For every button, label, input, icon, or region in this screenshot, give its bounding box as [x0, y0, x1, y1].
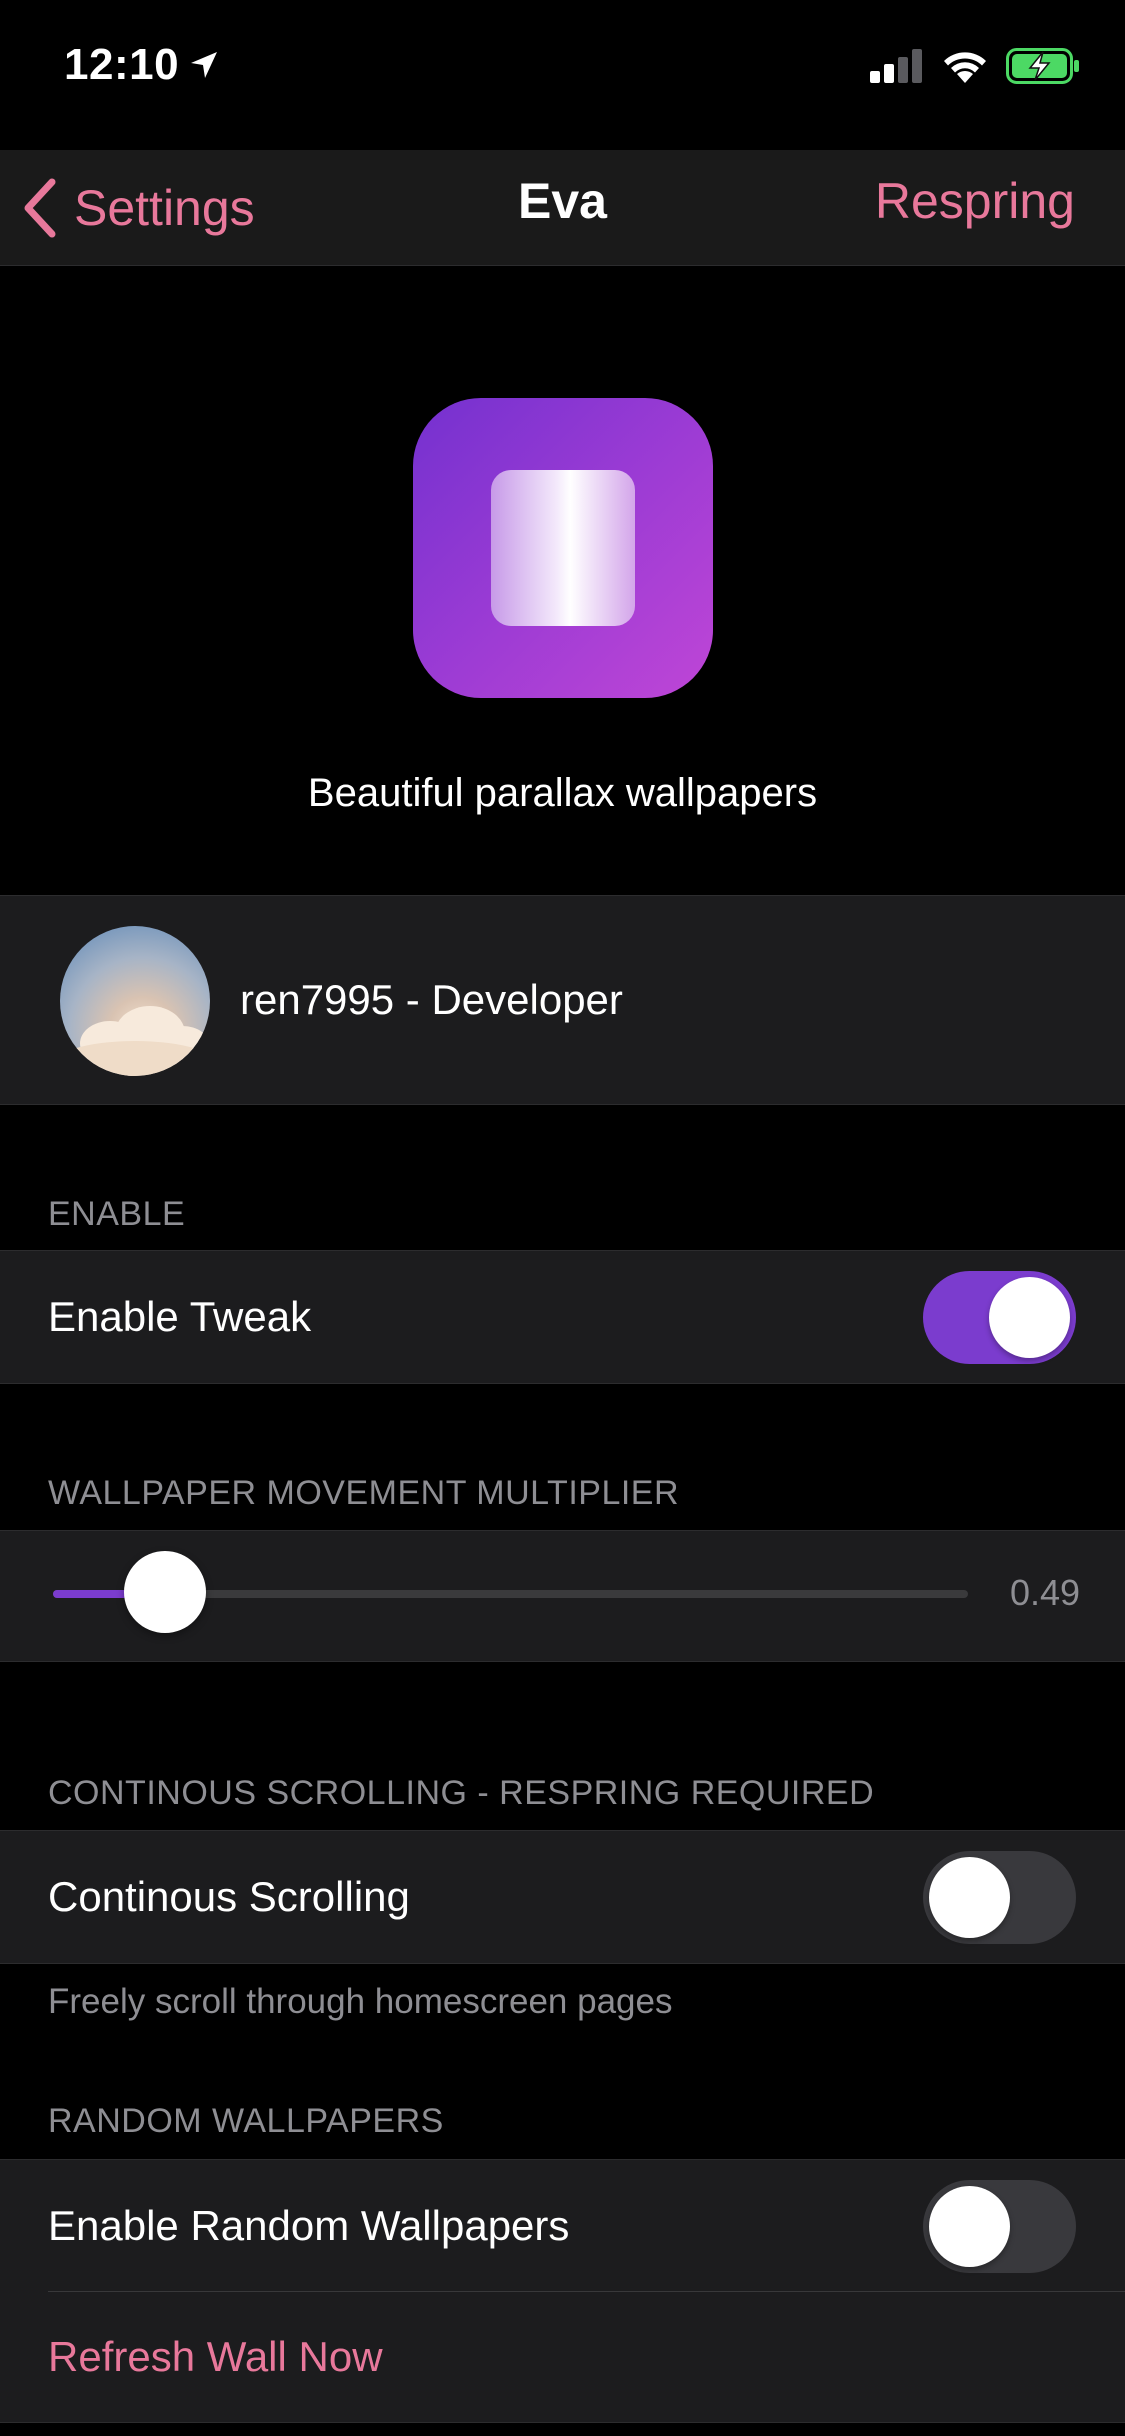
location-arrow-icon — [191, 52, 218, 78]
section-header-continuous: CONTINOUS SCROLLING - RESPRING REQUIRED — [48, 1774, 875, 1812]
section-header-enable: ENABLE — [48, 1195, 186, 1233]
continuous-scrolling-label: Continous Scrolling — [48, 1873, 410, 1920]
tweak-header: Beautiful parallax wallpapers — [0, 266, 1125, 896]
refresh-wall-now-button[interactable]: Refresh Wall Now — [48, 2333, 383, 2381]
section-header-random: RANDOM WALLPAPERS — [48, 2102, 444, 2140]
signal-icon — [870, 49, 922, 83]
continuous-scrolling-cell: Continous Scrolling — [0, 1830, 1125, 1964]
developer-name: ren7995 - Developer — [240, 976, 623, 1023]
enable-tweak-cell: Enable Tweak — [0, 1250, 1125, 1384]
developer-cell[interactable]: ren7995 - Developer — [0, 895, 1125, 1105]
toggle-knob — [929, 2186, 1010, 2267]
status-time-text: 12:10 — [64, 40, 180, 89]
random-wallpapers-label: Enable Random Wallpapers — [48, 2202, 570, 2249]
navigation-bar: Settings Eva Respring — [0, 150, 1125, 266]
battery-charging-icon — [1006, 48, 1079, 84]
movement-slider-cell: 0.49 — [0, 1530, 1125, 1662]
status-icons — [870, 48, 1080, 84]
enable-tweak-toggle[interactable] — [923, 1271, 1076, 1364]
continuous-scrolling-footer: Freely scroll through homescreen pages — [48, 1982, 673, 2021]
tagline: Beautiful parallax wallpapers — [307, 771, 818, 815]
continuous-scrolling-toggle[interactable] — [923, 1851, 1076, 1944]
toggle-knob — [989, 1277, 1070, 1358]
app-icon-glyph — [491, 470, 635, 626]
status-time: 12:10 — [64, 40, 219, 90]
app-icon — [413, 398, 713, 698]
toggle-knob — [929, 1857, 1010, 1938]
movement-slider-value: 0.49 — [1010, 1572, 1080, 1613]
avatar — [60, 926, 210, 1076]
movement-slider-thumb[interactable] — [124, 1551, 206, 1633]
random-wallpapers-group: Enable Random Wallpapers Refresh Wall No… — [0, 2159, 1125, 2423]
random-wallpapers-toggle[interactable] — [923, 2180, 1076, 2273]
enable-tweak-label: Enable Tweak — [48, 1293, 312, 1340]
wifi-icon — [944, 52, 986, 83]
cell-separator — [48, 2291, 1125, 2292]
respring-button[interactable]: Respring — [875, 172, 1075, 230]
section-header-movement: WALLPAPER MOVEMENT MULTIPLIER — [48, 1474, 680, 1512]
